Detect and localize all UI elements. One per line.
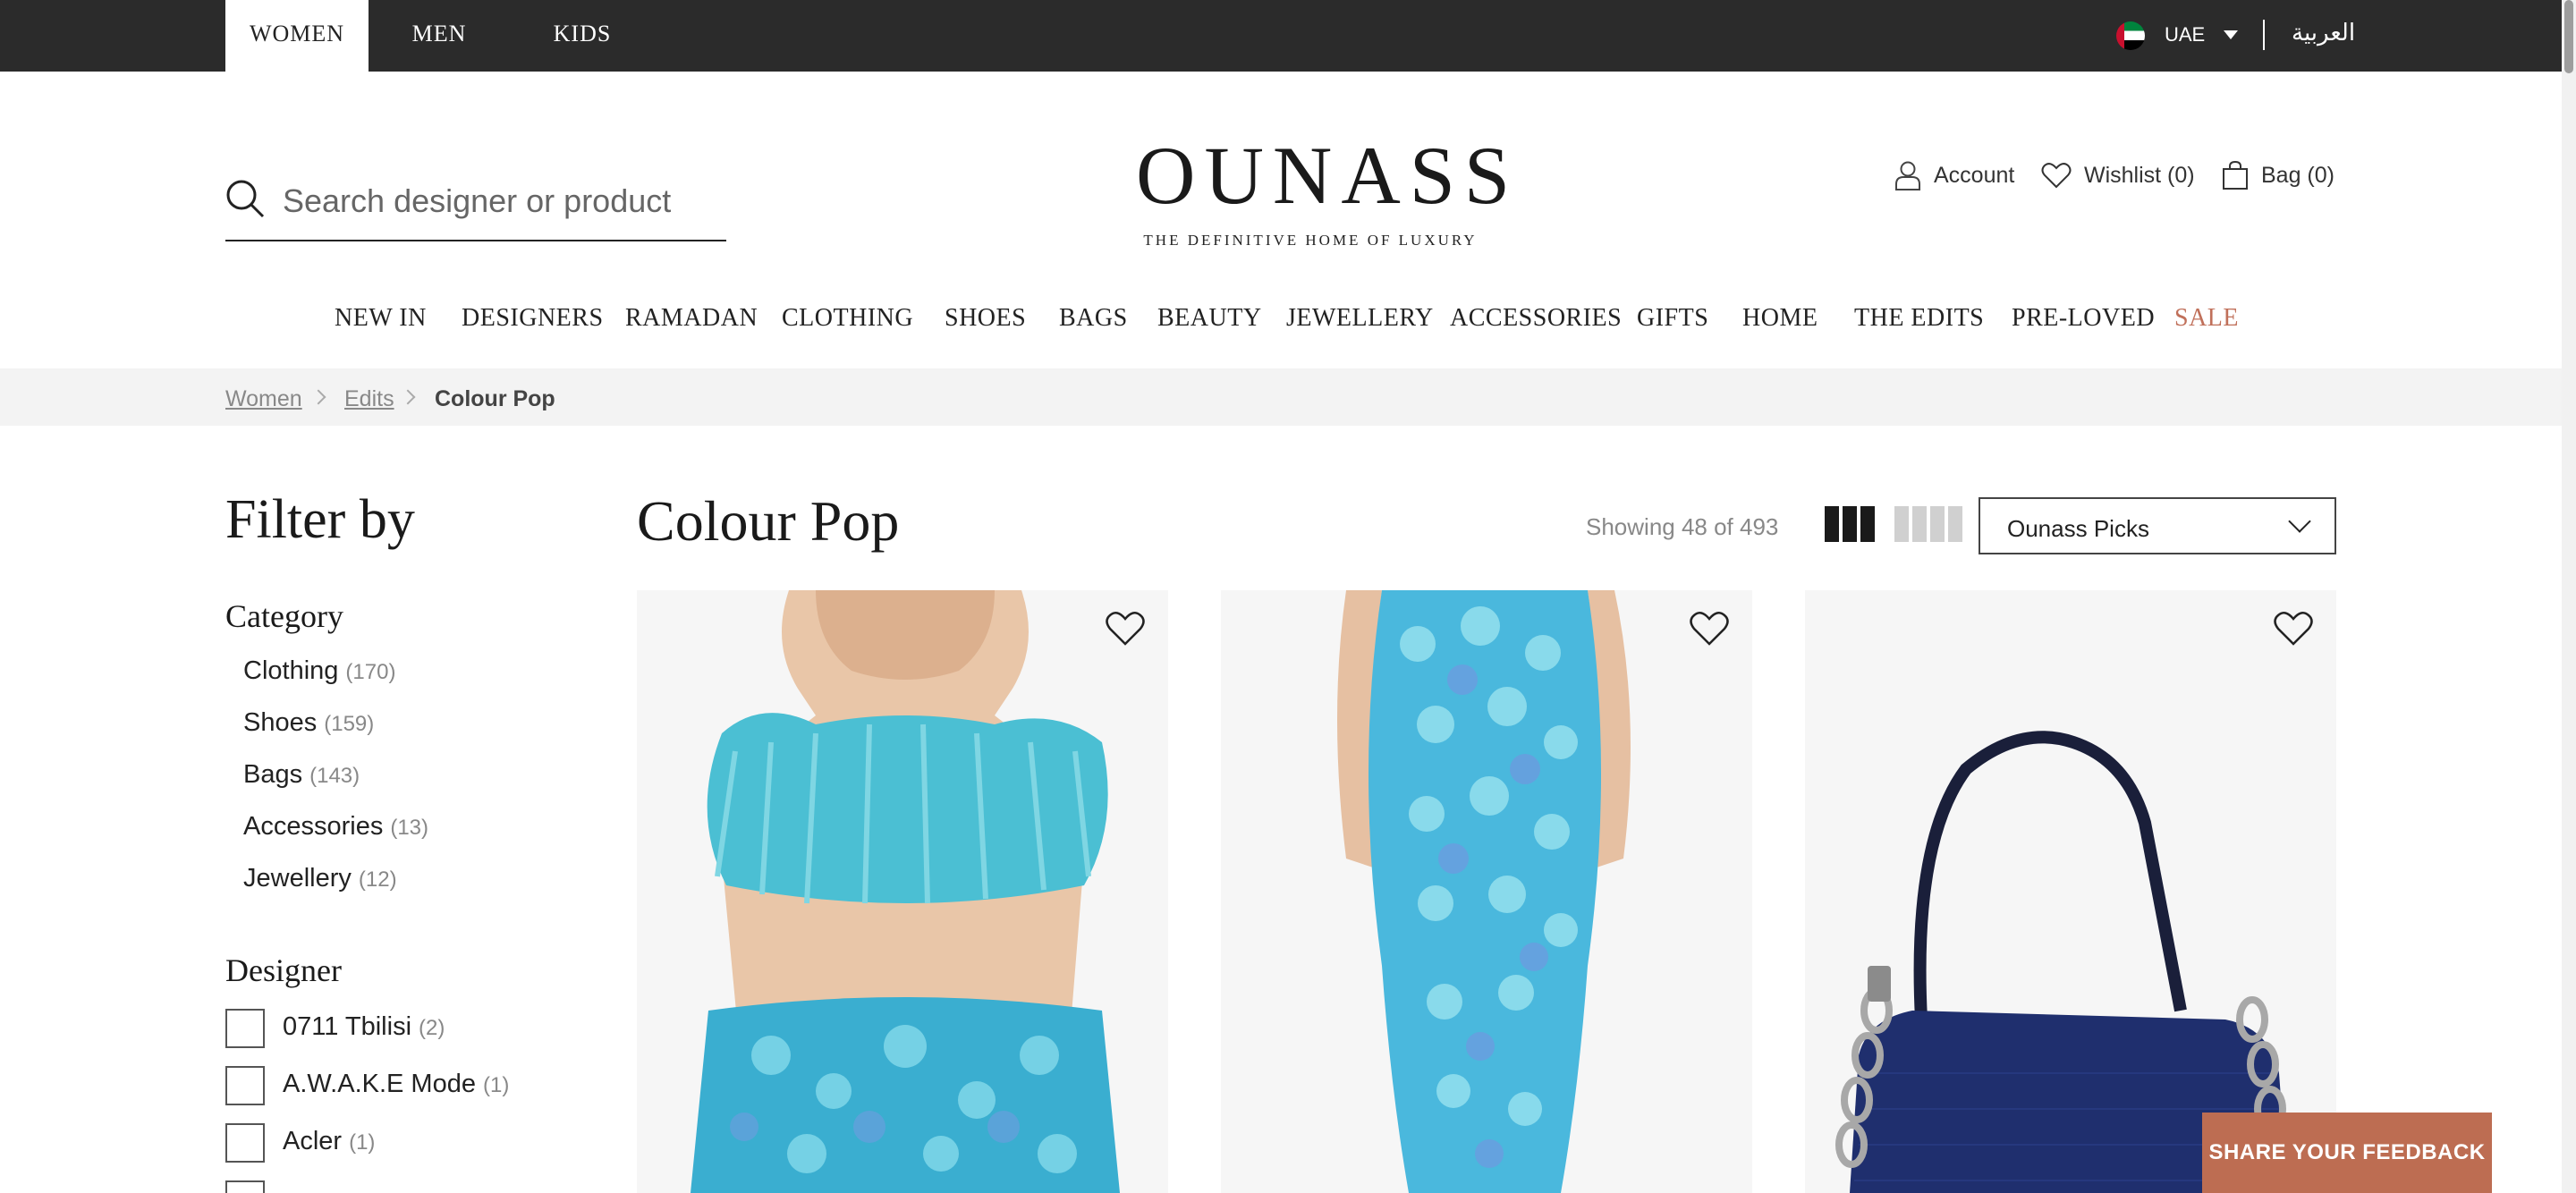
designer-awake-mode[interactable]: A.W.A.K.E Mode (1) bbox=[283, 1070, 509, 1099]
nav-beauty[interactable]: BEAUTY bbox=[1157, 304, 1262, 333]
heart-icon[interactable] bbox=[2274, 610, 2313, 647]
nav-the-edits[interactable]: THE EDITS bbox=[1854, 304, 1984, 333]
tab-kids[interactable]: KIDS bbox=[533, 0, 631, 72]
nav-home[interactable]: HOME bbox=[1742, 304, 1818, 333]
uae-flag-icon[interactable] bbox=[2116, 21, 2145, 50]
scrollbar-thumb[interactable] bbox=[2564, 0, 2573, 73]
grid-3-icon[interactable] bbox=[1825, 506, 1875, 542]
scrollbar[interactable] bbox=[2562, 0, 2576, 1193]
designer-checkbox[interactable] bbox=[225, 1066, 265, 1105]
heart-icon[interactable] bbox=[1690, 610, 1729, 647]
product-image-sequin-skirt[interactable] bbox=[1221, 590, 1752, 1193]
account-link[interactable]: Account bbox=[1894, 159, 2014, 191]
category-facet-title[interactable]: Category bbox=[225, 597, 343, 635]
chevron-right-icon bbox=[400, 389, 416, 405]
search-bar[interactable]: Search designer or product bbox=[225, 175, 726, 241]
nav-gifts[interactable]: GIFTS bbox=[1637, 304, 1708, 333]
country-selector[interactable]: UAE bbox=[2165, 23, 2205, 47]
category-jewellery[interactable]: Jewellery (12) bbox=[243, 864, 397, 893]
nav-sale[interactable]: SALE bbox=[2174, 304, 2239, 333]
wishlist-link[interactable]: Wishlist (0) bbox=[2041, 159, 2195, 191]
designer-count: (1) bbox=[482, 1073, 510, 1097]
product-card[interactable] bbox=[1221, 590, 1752, 1193]
nav-clothing[interactable]: CLOTHING bbox=[782, 304, 913, 333]
nav-jewellery[interactable]: JEWELLERY bbox=[1286, 304, 1434, 333]
product-card[interactable] bbox=[1805, 590, 2336, 1193]
category-shoes[interactable]: Shoes (159) bbox=[243, 708, 374, 738]
category-clothing[interactable]: Clothing (170) bbox=[243, 656, 395, 686]
designer-count: (1) bbox=[349, 1130, 376, 1155]
category-accessories[interactable]: Accessories (13) bbox=[243, 812, 428, 842]
heart-icon[interactable] bbox=[1106, 610, 1145, 647]
breadcrumb: Women Edits Colour Pop bbox=[0, 368, 2562, 426]
search-input[interactable]: Search designer or product bbox=[283, 182, 671, 220]
category-label: Clothing bbox=[243, 656, 339, 685]
nav-ramadan[interactable]: RAMADAN bbox=[625, 304, 758, 333]
page-title: Colour Pop bbox=[637, 489, 900, 553]
main-nav: NEW IN DESIGNERS RAMADAN CLOTHING SHOES … bbox=[0, 304, 2562, 340]
category-label: Jewellery bbox=[243, 864, 352, 893]
nav-shoes[interactable]: SHOES bbox=[945, 304, 1026, 333]
nav-designers[interactable]: DESIGNERS bbox=[462, 304, 604, 333]
category-count: (12) bbox=[358, 867, 397, 892]
sort-dropdown[interactable]: Ounass Picks bbox=[1979, 497, 2336, 554]
nav-pre-loved[interactable]: PRE-LOVED bbox=[2012, 304, 2155, 333]
category-count: (143) bbox=[309, 764, 360, 788]
tab-men[interactable]: MEN bbox=[390, 0, 488, 72]
nav-new-in[interactable]: NEW IN bbox=[335, 304, 427, 333]
grid-4-icon[interactable] bbox=[1894, 506, 1962, 542]
account-label: Account bbox=[1934, 162, 2015, 188]
breadcrumb-women[interactable]: Women bbox=[225, 386, 302, 412]
user-icon bbox=[1895, 161, 1920, 190]
nav-accessories[interactable]: ACCESSORIES bbox=[1450, 304, 1622, 333]
logo-tagline: THE DEFINITIVE HOME OF LUXURY bbox=[1143, 232, 1478, 249]
breadcrumb-edits[interactable]: Edits bbox=[344, 386, 394, 412]
chevron-down-icon bbox=[2288, 510, 2311, 533]
category-count: (13) bbox=[390, 816, 429, 840]
sort-value: Ounass Picks bbox=[2007, 515, 2149, 542]
designer-0711-tbilisi[interactable]: 0711 Tbilisi (2) bbox=[283, 1012, 445, 1042]
product-card[interactable] bbox=[637, 590, 1168, 1193]
category-count: (159) bbox=[324, 712, 375, 736]
heart-icon bbox=[2041, 163, 2072, 189]
wishlist-label: Wishlist (0) bbox=[2084, 162, 2195, 188]
category-bags[interactable]: Bags (143) bbox=[243, 760, 360, 790]
product-image-feather-top[interactable] bbox=[637, 590, 1168, 1193]
caret-down-icon[interactable] bbox=[2224, 30, 2238, 39]
designer-checkbox[interactable] bbox=[225, 1123, 265, 1163]
search-icon[interactable] bbox=[225, 179, 265, 218]
designer-label: A.W.A.K.E Mode bbox=[283, 1070, 476, 1098]
feedback-button[interactable]: SHARE YOUR FEEDBACK bbox=[2202, 1113, 2492, 1193]
designer-label: Acler bbox=[283, 1127, 343, 1155]
designer-checkbox[interactable] bbox=[225, 1180, 265, 1193]
category-label: Bags bbox=[243, 760, 303, 789]
ounass-logo[interactable]: OUNASS bbox=[1136, 134, 1510, 216]
designer-label: 0711 Tbilisi bbox=[283, 1012, 412, 1041]
product-image-denim-bag[interactable] bbox=[1805, 590, 2336, 1193]
language-switch[interactable]: العربية bbox=[2292, 20, 2355, 47]
bag-link[interactable]: Bag (0) bbox=[2222, 159, 2334, 191]
chevron-right-icon bbox=[310, 389, 326, 405]
category-label: Accessories bbox=[243, 812, 384, 841]
nav-bags[interactable]: BAGS bbox=[1059, 304, 1128, 333]
category-count: (170) bbox=[345, 660, 396, 684]
category-label: Shoes bbox=[243, 708, 318, 737]
divider bbox=[2263, 20, 2265, 50]
top-bar: WOMEN MEN KIDS UAE العربية bbox=[0, 0, 2576, 72]
breadcrumb-current: Colour Pop bbox=[435, 386, 555, 411]
tab-women[interactable]: WOMEN bbox=[225, 0, 369, 72]
designer-count: (2) bbox=[419, 1016, 445, 1040]
designer-facet-title[interactable]: Designer bbox=[225, 952, 342, 989]
bag-label: Bag (0) bbox=[2261, 162, 2334, 188]
designer-acler[interactable]: Acler (1) bbox=[283, 1127, 375, 1156]
filter-heading: Filter by bbox=[225, 489, 415, 550]
designer-checkbox[interactable] bbox=[225, 1009, 265, 1048]
result-count: Showing 48 of 493 bbox=[1586, 513, 1779, 540]
bag-icon bbox=[2223, 160, 2248, 190]
